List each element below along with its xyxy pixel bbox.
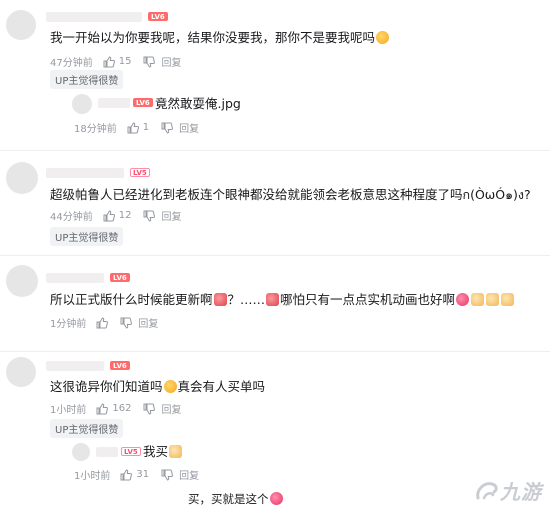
comment-text-part: 哪怕只有一点点实机动画也好啊 xyxy=(280,292,456,307)
thumb-up-icon[interactable] xyxy=(103,55,115,68)
timestamp: 47分钟前 xyxy=(50,58,93,69)
watermark-logo: 九游 xyxy=(474,476,542,505)
comment-2: LV5 超级帕鲁人已经进化到老板连个眼神都没给就能领会老板意思这种程度了吗ก(Ò… xyxy=(0,150,550,255)
dog-emoji-icon xyxy=(471,293,485,306)
reply-meta: 18分钟前 1 回复 xyxy=(74,120,199,135)
thumb-down-icon[interactable] xyxy=(120,317,133,329)
up-liked-tag: UP主觉得很赞 xyxy=(50,419,124,438)
username[interactable] xyxy=(46,273,104,283)
comment-3: LV6 所以正式版什么时候能更新啊 ？…… 哪怕只有一点点实机动画也好啊 1分钟前 … xyxy=(0,255,550,351)
reply-avatar[interactable] xyxy=(72,94,92,114)
reply-text: 竟然敢耍俺.jpg xyxy=(155,96,241,111)
thumb-down-icon[interactable] xyxy=(161,122,174,134)
username[interactable] xyxy=(46,361,104,371)
comment-text: 所以正式版什么时候能更新啊 ？…… 哪怕只有一点点实机动画也好啊 xyxy=(50,292,515,308)
dog-emoji-icon xyxy=(169,445,183,458)
reply-username[interactable] xyxy=(98,98,130,108)
comment-meta: 1小时前 162 回复 xyxy=(50,401,181,416)
like-count: 162 xyxy=(112,403,132,414)
reply-level-badge: LV5 xyxy=(121,447,141,456)
thumb-up-icon[interactable] xyxy=(103,209,115,222)
level-badge: LV6 xyxy=(148,12,168,21)
comment-meta: 47分钟前 15 回复 xyxy=(50,54,181,69)
reply-avatar[interactable] xyxy=(72,443,90,461)
comment-text-part: 所以正式版什么时候能更新啊 xyxy=(50,292,213,307)
timestamp: 44分钟前 xyxy=(50,212,93,223)
username[interactable] xyxy=(46,12,142,22)
sweat-emoji-icon xyxy=(376,31,390,44)
timestamp: 1分钟前 xyxy=(50,319,87,330)
heart-face-emoji-icon xyxy=(269,492,283,505)
comment-text-part: 这很诡异你们知道吗 xyxy=(50,379,163,394)
reply-button[interactable]: 回复 xyxy=(161,401,181,416)
avatar[interactable] xyxy=(6,357,36,387)
timestamp: 1小时前 xyxy=(50,405,87,416)
sweat-emoji-icon xyxy=(163,380,177,393)
level-badge: LV5 xyxy=(130,168,150,177)
reply-button[interactable]: 回复 xyxy=(161,54,181,69)
comment-text-part: ？…… xyxy=(227,292,266,307)
reply-button[interactable]: 回复 xyxy=(138,315,158,330)
watermark-text: 九游 xyxy=(500,480,542,504)
comment-meta: 1分钟前 回复 xyxy=(50,315,158,330)
thumb-up-icon[interactable] xyxy=(120,468,133,481)
level-badge: LV6 xyxy=(110,361,130,370)
reply-username[interactable] xyxy=(96,447,118,457)
up-liked-tag: UP主觉得很赞 xyxy=(50,227,124,246)
level-badge: LV6 xyxy=(110,273,130,282)
avatar[interactable] xyxy=(6,10,36,40)
dog-emoji-icon xyxy=(486,293,500,306)
comment-text: 这很诡异你们知道吗 真会有人买单吗 xyxy=(50,379,265,395)
thumb-down-icon[interactable] xyxy=(143,403,156,415)
comment-text-part: 真会有人买单吗 xyxy=(177,379,266,394)
reply-text: 我买 xyxy=(143,444,183,460)
up-liked-tag: UP主觉得很赞 xyxy=(50,70,124,89)
thumb-down-icon[interactable] xyxy=(161,469,174,481)
comment-text: 我一开始以为你要我呢，结果你没要我，那你不是要我呢吗 xyxy=(50,30,390,46)
comment-text-body: 我一开始以为你要我呢，结果你没要我，那你不是要我呢吗 xyxy=(50,30,376,45)
reply-button[interactable]: 回复 xyxy=(179,120,199,135)
crying-emoji-icon xyxy=(213,293,227,306)
reply-timestamp: 1小时前 xyxy=(74,471,111,482)
thumb-up-icon[interactable] xyxy=(96,402,109,415)
thumb-down-icon[interactable] xyxy=(143,210,156,222)
comment-1: LV6 我一开始以为你要我呢，结果你没要我，那你不是要我呢吗 47分钟前 15 … xyxy=(0,0,550,150)
comment-meta: 44分钟前 12 回复 xyxy=(50,208,181,223)
reply-meta: 1小时前 31 回复 xyxy=(74,467,199,482)
avatar[interactable] xyxy=(6,162,38,194)
thumb-up-icon[interactable] xyxy=(96,316,109,329)
crying-emoji-icon xyxy=(266,293,280,306)
bottom-caption-text: 买，买就是这个 xyxy=(188,492,269,506)
comment-text: 超级帕鲁人已经进化到老板连个眼神都没给就能领会老板意思这种程度了吗ก(ÒωÓ๑)… xyxy=(50,187,531,202)
thumb-up-icon[interactable] xyxy=(127,121,139,134)
thumb-down-icon[interactable] xyxy=(143,56,156,68)
avatar[interactable] xyxy=(6,265,38,297)
reply-button[interactable]: 回复 xyxy=(161,208,181,223)
watermark-swirl-icon xyxy=(476,481,498,499)
heart-face-emoji-icon xyxy=(456,293,470,306)
reply-like-count: 31 xyxy=(136,469,150,480)
comment-4: LV6 这很诡异你们知道吗 真会有人买单吗 1小时前 162 回复 UP主觉得很赞… xyxy=(0,351,550,509)
like-count: 12 xyxy=(118,210,132,221)
reply-text-body: 我买 xyxy=(143,444,169,459)
username[interactable] xyxy=(46,168,124,178)
dog-emoji-icon xyxy=(501,293,515,306)
reply-button[interactable]: 回复 xyxy=(179,467,199,482)
like-count: 15 xyxy=(118,56,132,67)
reply-level-badge: LV6 xyxy=(133,98,153,107)
reply-timestamp: 18分钟前 xyxy=(74,124,117,135)
reply-like-count: 1 xyxy=(142,122,150,133)
bottom-caption: 买，买就是这个 xyxy=(188,491,284,507)
